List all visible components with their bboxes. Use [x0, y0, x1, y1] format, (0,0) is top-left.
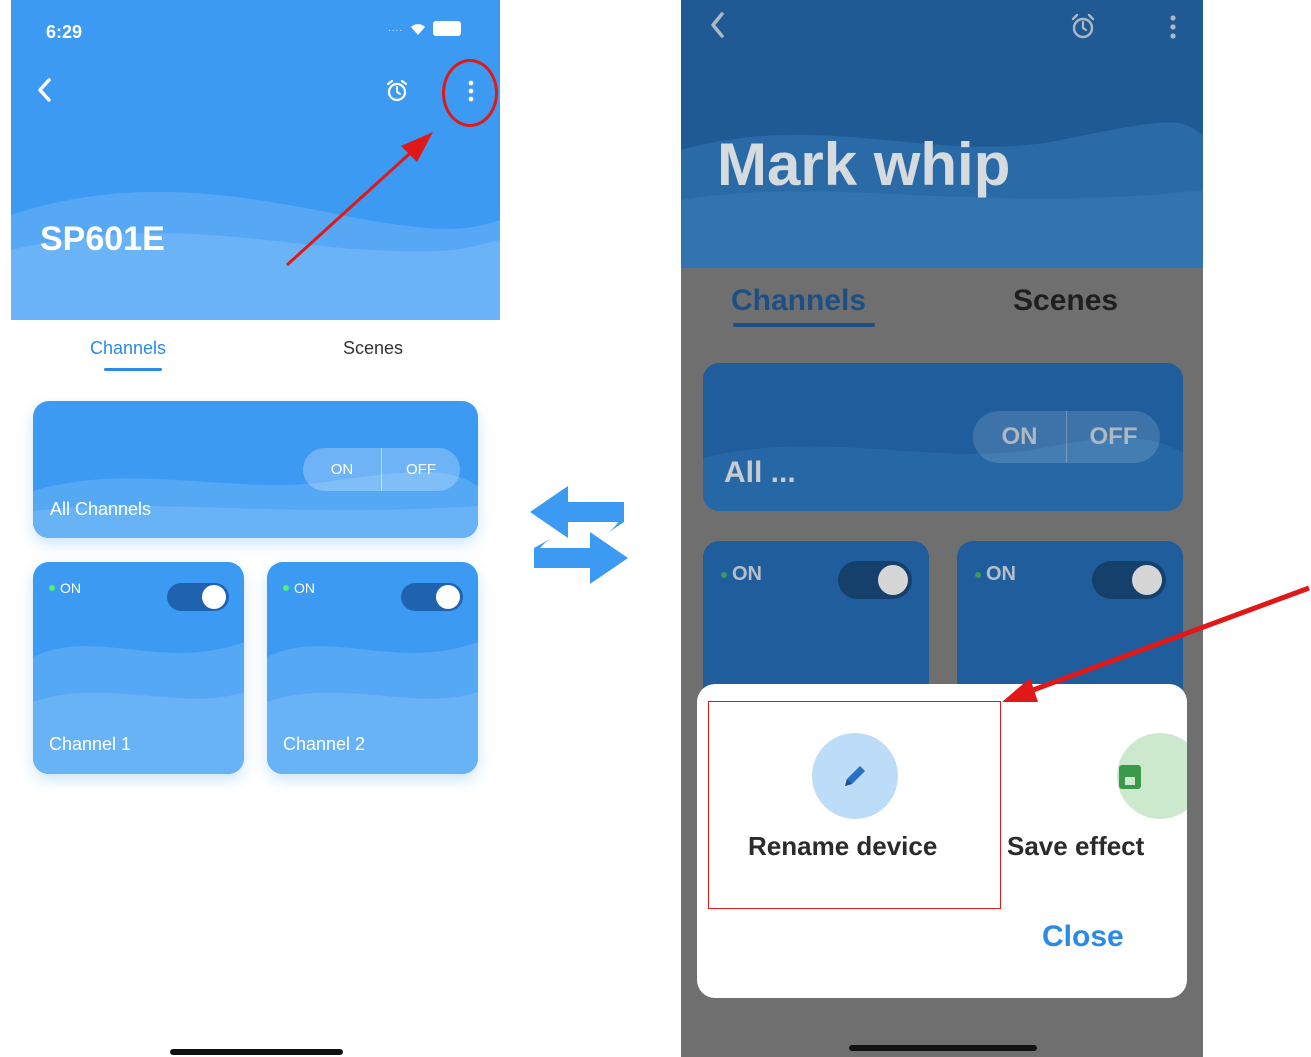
status-dot	[721, 571, 727, 578]
save-effect-button[interactable]	[1117, 733, 1187, 819]
channel-label: Channel 2	[283, 734, 366, 754]
status-dot	[283, 585, 289, 591]
signal-icon: ....	[388, 23, 404, 34]
wifi-icon	[411, 23, 426, 35]
all-off-button[interactable]: OFF	[382, 448, 460, 491]
home-indicator	[170, 1049, 343, 1055]
highlight-box	[708, 701, 1001, 909]
channel-status: ON	[49, 580, 81, 596]
channel-toggle[interactable]	[401, 583, 463, 611]
toggle-knob	[436, 585, 460, 609]
device-title: Mark whip	[717, 131, 1011, 198]
status-icons: ....	[388, 21, 462, 36]
swap-arrows-icon	[530, 486, 628, 584]
more-options-icon[interactable]	[1163, 12, 1183, 42]
all-on-button[interactable]: ON	[303, 448, 381, 491]
toggle-knob	[878, 565, 908, 595]
device-header	[11, 0, 500, 320]
all-on-button[interactable]: ON	[973, 411, 1066, 463]
tab-channels[interactable]: Channels	[731, 284, 866, 318]
channel-label: Channel 1	[49, 734, 132, 754]
channel-status-text: ON	[986, 563, 1016, 585]
status-dot	[975, 571, 981, 578]
back-icon[interactable]	[34, 76, 56, 104]
tab-scenes[interactable]: Scenes	[343, 338, 403, 359]
close-button[interactable]: Close	[1042, 920, 1124, 954]
channel-status: ON	[721, 563, 762, 586]
all-channels-label: All Channels	[50, 499, 152, 519]
highlight-circle	[442, 59, 498, 127]
active-tab-indicator	[733, 323, 875, 327]
channel-status-text: ON	[60, 580, 81, 596]
save-effect-label[interactable]: Save effect	[1007, 831, 1144, 862]
channel-status-text: ON	[732, 563, 762, 585]
all-channels-label: All ...	[724, 456, 796, 489]
toggle-knob	[202, 585, 226, 609]
channel-status: ON	[975, 563, 1016, 586]
toggle-knob	[1132, 565, 1162, 595]
home-indicator	[849, 1045, 1037, 1051]
status-time: 6:29	[46, 22, 83, 42]
channel-status-text: ON	[294, 580, 315, 596]
alarm-clock-icon[interactable]	[1068, 12, 1098, 42]
header-wave-background	[11, 191, 500, 320]
channel-toggle[interactable]	[167, 583, 229, 611]
channel-card[interactable]: ON Channel 1	[33, 562, 244, 774]
battery-icon	[433, 21, 462, 36]
channel-toggle[interactable]	[1092, 561, 1166, 599]
status-dot	[49, 585, 55, 591]
back-icon[interactable]	[707, 10, 729, 40]
active-tab-indicator	[104, 368, 162, 371]
all-off-button[interactable]: OFF	[1067, 411, 1160, 463]
device-title: SP601E	[40, 220, 165, 258]
tab-channels[interactable]: Channels	[90, 338, 166, 359]
save-icon	[1119, 765, 1141, 789]
channel-toggle[interactable]	[838, 561, 912, 599]
all-channels-on-off-switch: ON OFF	[303, 448, 460, 491]
channel-status: ON	[283, 580, 315, 596]
channel-card[interactable]: ON Channel 2	[267, 562, 478, 774]
left-phone-screen: 6:29 .... SP601E Channels Scenes ON OFF …	[0, 0, 510, 1057]
alarm-clock-icon[interactable]	[384, 78, 410, 104]
all-channels-on-off-switch: ON OFF	[973, 411, 1160, 463]
tab-scenes[interactable]: Scenes	[1013, 284, 1118, 318]
